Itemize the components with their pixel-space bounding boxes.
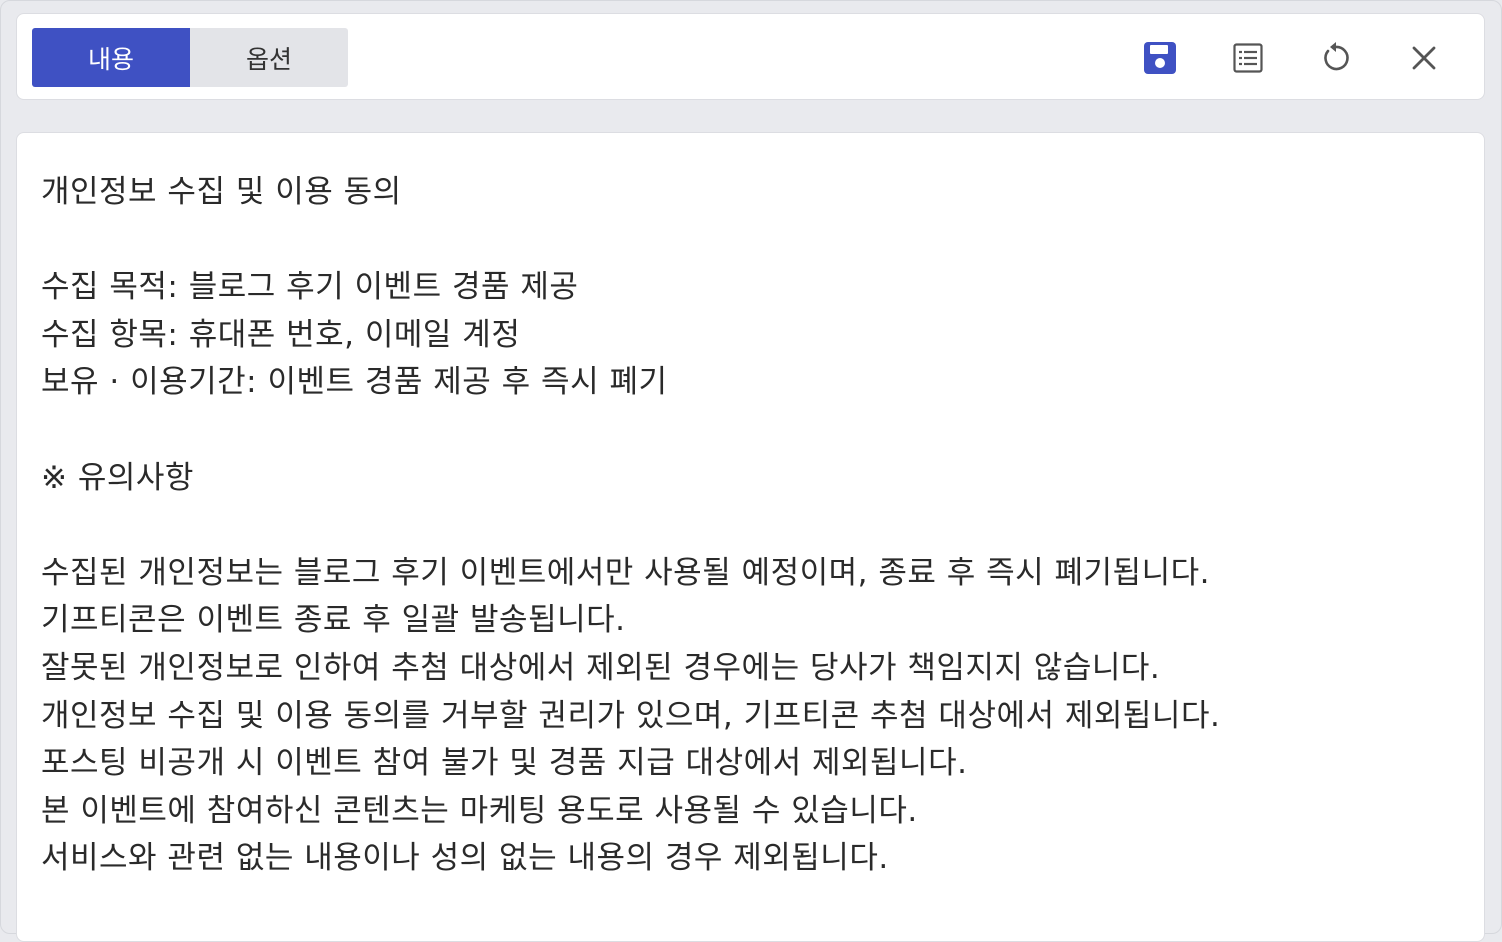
editor-window: 내용 옵션 개인정보 수집 및 이용 동의 수집 목적: 블로그 후기 이벤트 … xyxy=(0,0,1502,942)
text-line: 서비스와 관련 없는 내용이나 성의 없는 내용의 경우 제외됩니다. xyxy=(41,840,889,877)
text-line: 수집된 개인정보는 블로그 후기 이벤트에서만 사용될 예정이며, 종료 후 즉… xyxy=(41,554,1210,591)
text-line: 보유 · 이용기간: 이벤트 경품 제공 후 즉시 폐기 xyxy=(41,364,668,401)
text-line: 잘못된 개인정보로 인하여 추첨 대상에서 제외된 경우에는 당사가 책임지지 … xyxy=(41,649,1161,686)
close-icon xyxy=(1412,46,1436,69)
text-line: 기프티콘은 이벤트 종료 후 일괄 발송됩니다. xyxy=(41,602,626,639)
text-line: 포스팅 비공개 시 이벤트 참여 불가 및 경품 지급 대상에서 제외됩니다. xyxy=(41,745,968,782)
text-line xyxy=(41,407,1464,455)
tab-options[interactable]: 옵션 xyxy=(190,28,348,87)
refresh-icon xyxy=(1324,41,1349,70)
refresh-button[interactable] xyxy=(1306,28,1366,87)
tab-content[interactable]: 내용 xyxy=(32,28,190,87)
text-line: ※ 유의사항 xyxy=(41,459,194,496)
save-button[interactable] xyxy=(1130,28,1190,87)
text-line: 개인정보 수집 및 이용 동의를 거부할 권리가 있으며, 기프티콘 추첨 대상… xyxy=(41,697,1221,734)
text-editor-area[interactable]: 개인정보 수집 및 이용 동의 수집 목적: 블로그 후기 이벤트 경품 제공 … xyxy=(16,132,1485,942)
text-line: 수집 항목: 휴대폰 번호, 이메일 계정 xyxy=(41,316,521,353)
text-line xyxy=(41,502,1464,550)
tab-group: 내용 옵션 xyxy=(32,28,348,87)
editor-text[interactable]: 개인정보 수집 및 이용 동의 수집 목적: 블로그 후기 이벤트 경품 제공 … xyxy=(41,169,1464,883)
toolbar: 내용 옵션 xyxy=(16,13,1485,100)
list-icon xyxy=(1233,42,1263,73)
text-line: 개인정보 수집 및 이용 동의 xyxy=(41,174,402,210)
close-button[interactable] xyxy=(1394,28,1454,87)
list-view-button[interactable] xyxy=(1218,28,1278,87)
text-line: 수집 목적: 블로그 후기 이벤트 경품 제공 xyxy=(41,269,579,306)
save-icon xyxy=(1144,41,1176,74)
text-line xyxy=(41,217,1464,265)
text-line: 본 이벤트에 참여하신 콘텐츠는 마케팅 용도로 사용될 수 있습니다. xyxy=(41,792,918,829)
